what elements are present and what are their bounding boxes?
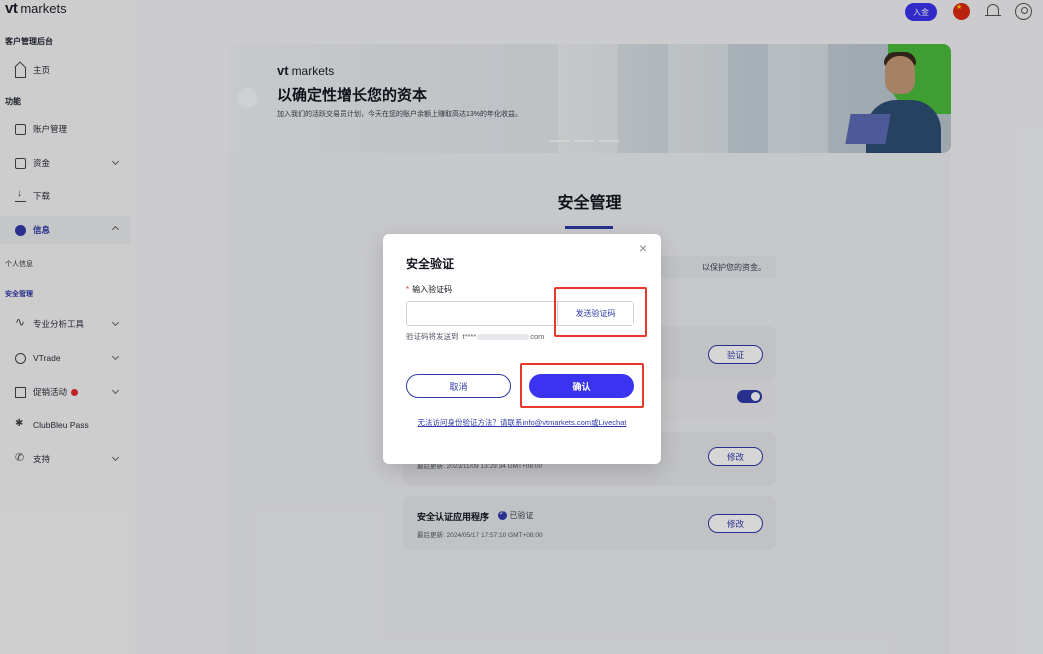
annotation-box-confirm xyxy=(520,363,644,408)
close-icon[interactable]: × xyxy=(636,241,650,255)
annotation-box-send-code xyxy=(554,287,647,337)
help-link[interactable]: 无法访问身份验证方法？请联系info@vtmarkets.com或Livecha… xyxy=(411,417,633,428)
code-sent-note: 验证码将发送到 t**** com xyxy=(406,331,544,342)
email-start: t**** xyxy=(462,332,477,341)
masked-email: t**** com xyxy=(463,332,545,341)
security-verification-modal: × 安全验证 * 输入验证码 发送验证码 验证码将发送到 t**** com 取消… xyxy=(383,234,661,464)
sent-prefix: 验证码将发送到 xyxy=(406,332,459,341)
cancel-button[interactable]: 取消 xyxy=(406,374,511,398)
field-label-text: 输入验证码 xyxy=(412,285,453,294)
field-label: * 输入验证码 xyxy=(406,284,452,295)
email-end: com xyxy=(530,332,545,341)
modal-title: 安全验证 xyxy=(406,257,455,271)
email-redaction xyxy=(477,333,530,340)
required-mark: * xyxy=(406,285,410,294)
